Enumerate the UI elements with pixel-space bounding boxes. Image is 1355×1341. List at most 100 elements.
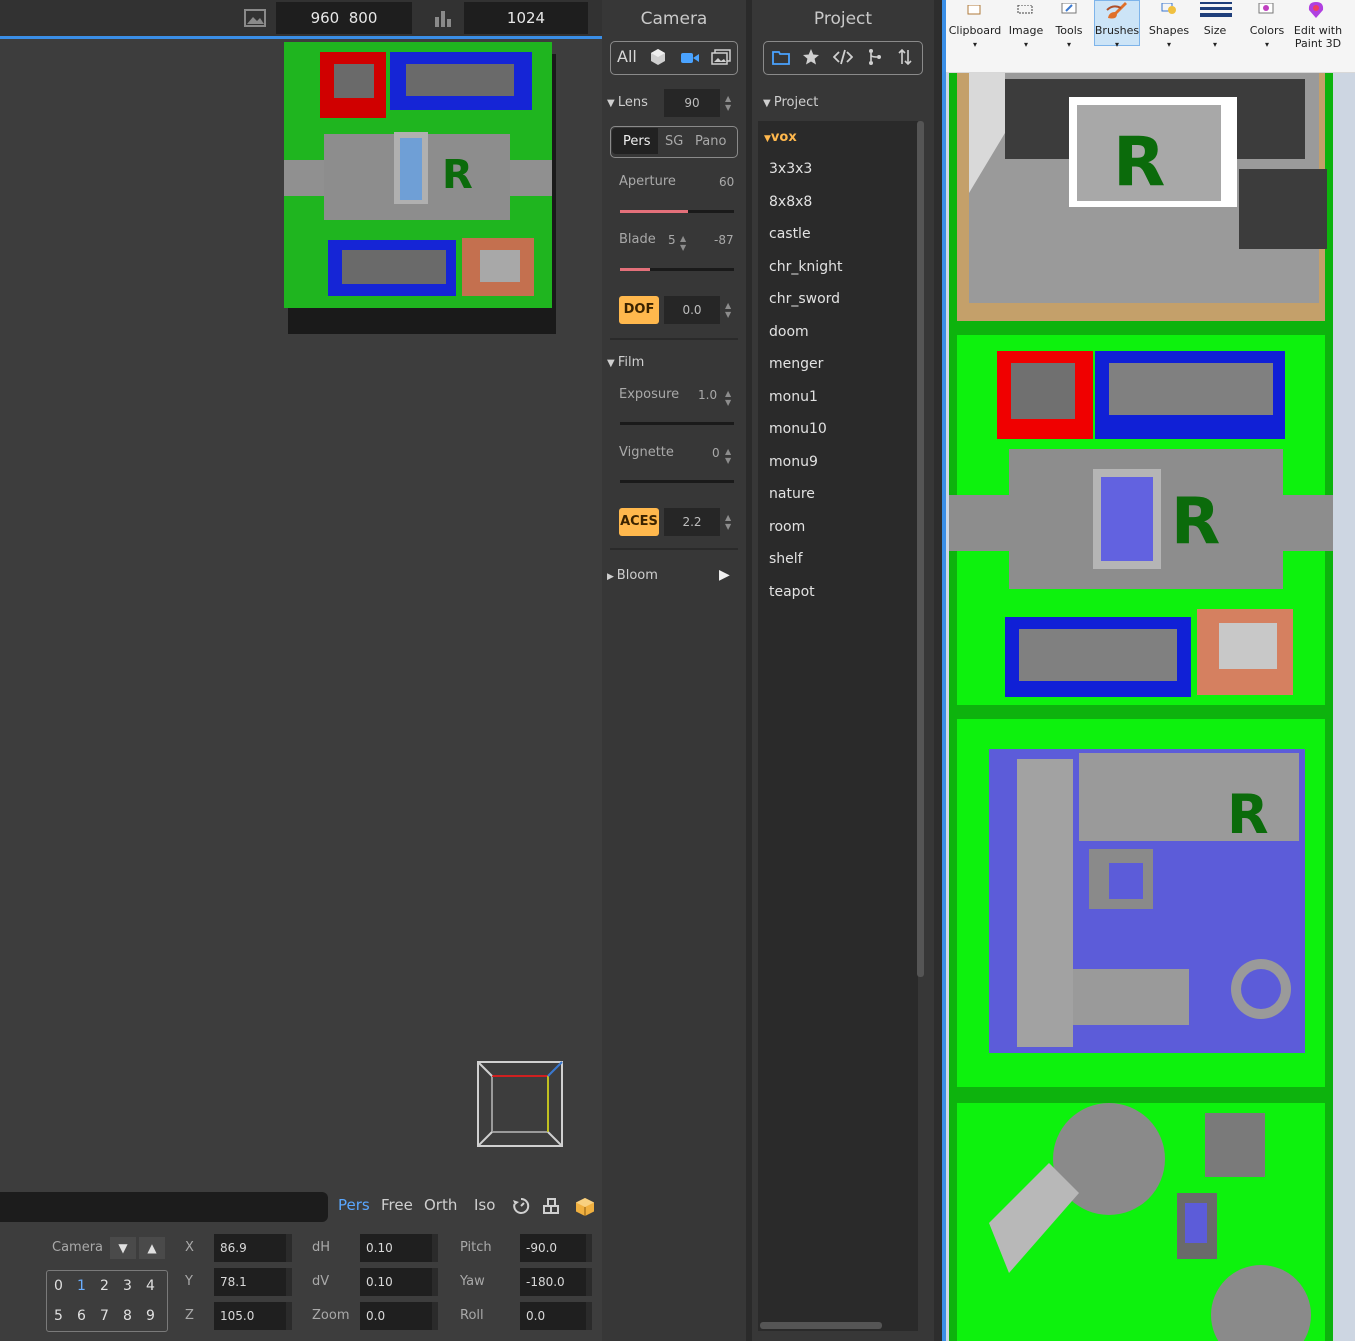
zoom-field[interactable]: 0.0 <box>360 1302 438 1330</box>
dof-spinner-icon[interactable]: ▲ ▼ <box>725 301 731 319</box>
svg-text:R: R <box>442 152 473 198</box>
project-list-scrollbar[interactable] <box>917 121 924 977</box>
project-list-hscrollbar[interactable] <box>760 1322 882 1329</box>
triangle-down-icon: ▼ <box>118 1241 128 1255</box>
mode-pers[interactable]: Pers <box>338 1196 370 1214</box>
aces-spinner-icon[interactable]: ▲ ▼ <box>725 513 731 531</box>
list-item[interactable]: teapot <box>769 584 815 600</box>
bloom-section-header[interactable]: ▶ Bloom <box>607 568 658 583</box>
star-icon[interactable] <box>802 48 820 70</box>
numpad-1[interactable]: 1 <box>70 1271 93 1301</box>
ribbon-edit-paint3d[interactable]: Edit with Paint 3D <box>1292 24 1344 50</box>
layout-grid-icon[interactable] <box>543 1197 561 1219</box>
pitch-field[interactable]: -90.0 <box>520 1234 592 1262</box>
cube-filter-icon[interactable] <box>650 48 666 70</box>
camera-next-button[interactable]: ▲ <box>139 1237 165 1259</box>
dof-field[interactable]: 0.0 <box>664 296 720 324</box>
list-item[interactable]: chr_sword <box>769 291 840 307</box>
vignette-value[interactable]: 0 <box>712 446 720 460</box>
lens-section-header[interactable]: ▼ Lens <box>607 95 648 110</box>
tab-pano[interactable]: Pano <box>695 134 726 149</box>
list-item[interactable]: shelf <box>769 551 803 567</box>
sort-icon[interactable] <box>897 48 913 70</box>
list-item[interactable]: 8x8x8 <box>769 194 812 210</box>
list-item[interactable]: doom <box>769 324 809 340</box>
exposure-slider[interactable] <box>620 422 734 425</box>
blade-spinner-icon[interactable]: ▲ ▼ <box>680 234 686 252</box>
project-section-header[interactable]: ▼ Project <box>763 95 818 110</box>
tab-pers[interactable]: Pers <box>623 134 651 149</box>
ribbon-brushes[interactable]: Brushes ▾ <box>1094 24 1140 50</box>
gallery-icon[interactable] <box>711 49 731 69</box>
image-icon[interactable] <box>240 2 270 34</box>
aperture-slider[interactable] <box>620 210 734 213</box>
mode-iso[interactable]: Iso <box>474 1196 495 1214</box>
samples-field[interactable]: 1024 <box>464 2 588 34</box>
filter-all-tab[interactable]: All <box>617 47 637 66</box>
list-item[interactable]: nature <box>769 486 815 502</box>
vignette-slider[interactable] <box>620 480 734 483</box>
ribbon-shapes[interactable]: Shapes ▾ <box>1146 24 1192 50</box>
aces-toggle[interactable]: ACES <box>619 508 659 536</box>
zoom-label: Zoom <box>312 1308 350 1323</box>
film-section-header[interactable]: ▼ Film <box>607 355 644 370</box>
list-item[interactable]: monu9 <box>769 454 818 470</box>
blade-count[interactable]: 5 <box>668 233 676 247</box>
folder-vox[interactable]: ▼vox <box>764 130 797 145</box>
numpad-6[interactable]: 6 <box>70 1301 93 1331</box>
exposure-value[interactable]: 1.0 <box>698 388 717 402</box>
ribbon-image[interactable]: Image ▾ <box>1004 24 1048 50</box>
list-item[interactable]: castle <box>769 226 811 242</box>
resolution-field[interactable]: 960 800 <box>276 2 412 34</box>
numpad-4[interactable]: 4 <box>139 1271 162 1301</box>
z-field[interactable]: 105.0 <box>214 1302 292 1330</box>
list-item[interactable]: monu10 <box>769 421 827 437</box>
vignette-spinner-icon[interactable]: ▲ ▼ <box>725 447 731 465</box>
list-item[interactable]: chr_knight <box>769 259 842 275</box>
camera-prev-button[interactable]: ▼ <box>110 1237 136 1259</box>
orientation-cube-gizmo[interactable] <box>476 1060 564 1148</box>
dv-field[interactable]: 0.10 <box>360 1268 438 1296</box>
numpad-5[interactable]: 5 <box>47 1301 70 1331</box>
reset-rotation-icon[interactable] <box>512 1197 530 1219</box>
ribbon-size[interactable]: Size ▾ <box>1194 24 1236 50</box>
aces-field[interactable]: 2.2 <box>664 508 720 536</box>
mode-free[interactable]: Free <box>381 1196 413 1214</box>
dh-field[interactable]: 0.10 <box>360 1234 438 1262</box>
bar-chart-icon[interactable] <box>428 2 458 34</box>
tab-sg[interactable]: SG <box>665 134 683 149</box>
aperture-value: 60 <box>719 175 735 189</box>
numpad-7[interactable]: 7 <box>93 1301 116 1331</box>
ribbon-clipboard[interactable]: Clipboard ▾ <box>948 24 1002 50</box>
ribbon-colors[interactable]: Colors ▾ <box>1244 24 1290 50</box>
command-input[interactable] <box>0 1192 328 1222</box>
bloom-play-icon[interactable]: ▶ <box>719 567 730 583</box>
numpad-2[interactable]: 2 <box>93 1271 116 1301</box>
voxel-cube-icon[interactable] <box>575 1197 595 1221</box>
lens-field[interactable]: 90 <box>664 89 720 117</box>
numpad-0[interactable]: 0 <box>47 1271 70 1301</box>
folder-icon[interactable] <box>772 49 790 69</box>
paint-canvas-image[interactable]: R R R <box>949 73 1333 1341</box>
y-field[interactable]: 78.1 <box>214 1268 292 1296</box>
numpad-3[interactable]: 3 <box>116 1271 139 1301</box>
roll-field[interactable]: 0.0 <box>520 1302 592 1330</box>
numpad-8[interactable]: 8 <box>116 1301 139 1331</box>
list-item[interactable]: room <box>769 519 805 535</box>
video-camera-icon[interactable] <box>680 50 700 69</box>
numpad-9[interactable]: 9 <box>139 1301 162 1331</box>
ribbon-tools[interactable]: Tools ▾ <box>1050 24 1088 50</box>
list-item[interactable]: monu1 <box>769 389 818 405</box>
x-field[interactable]: 86.9 <box>214 1234 292 1262</box>
blade-slider[interactable] <box>620 268 734 271</box>
yaw-field[interactable]: -180.0 <box>520 1268 592 1296</box>
dof-toggle[interactable]: DOF <box>619 296 659 324</box>
branch-icon[interactable] <box>867 48 883 70</box>
exposure-spinner-icon[interactable]: ▲ ▼ <box>725 389 731 407</box>
lens-spinner-icon[interactable]: ▲ ▼ <box>725 94 731 112</box>
aperture-slider-fill <box>620 210 689 213</box>
mode-orth[interactable]: Orth <box>424 1196 457 1214</box>
list-item[interactable]: menger <box>769 356 823 372</box>
list-item[interactable]: 3x3x3 <box>769 161 812 177</box>
code-icon[interactable] <box>832 49 854 69</box>
